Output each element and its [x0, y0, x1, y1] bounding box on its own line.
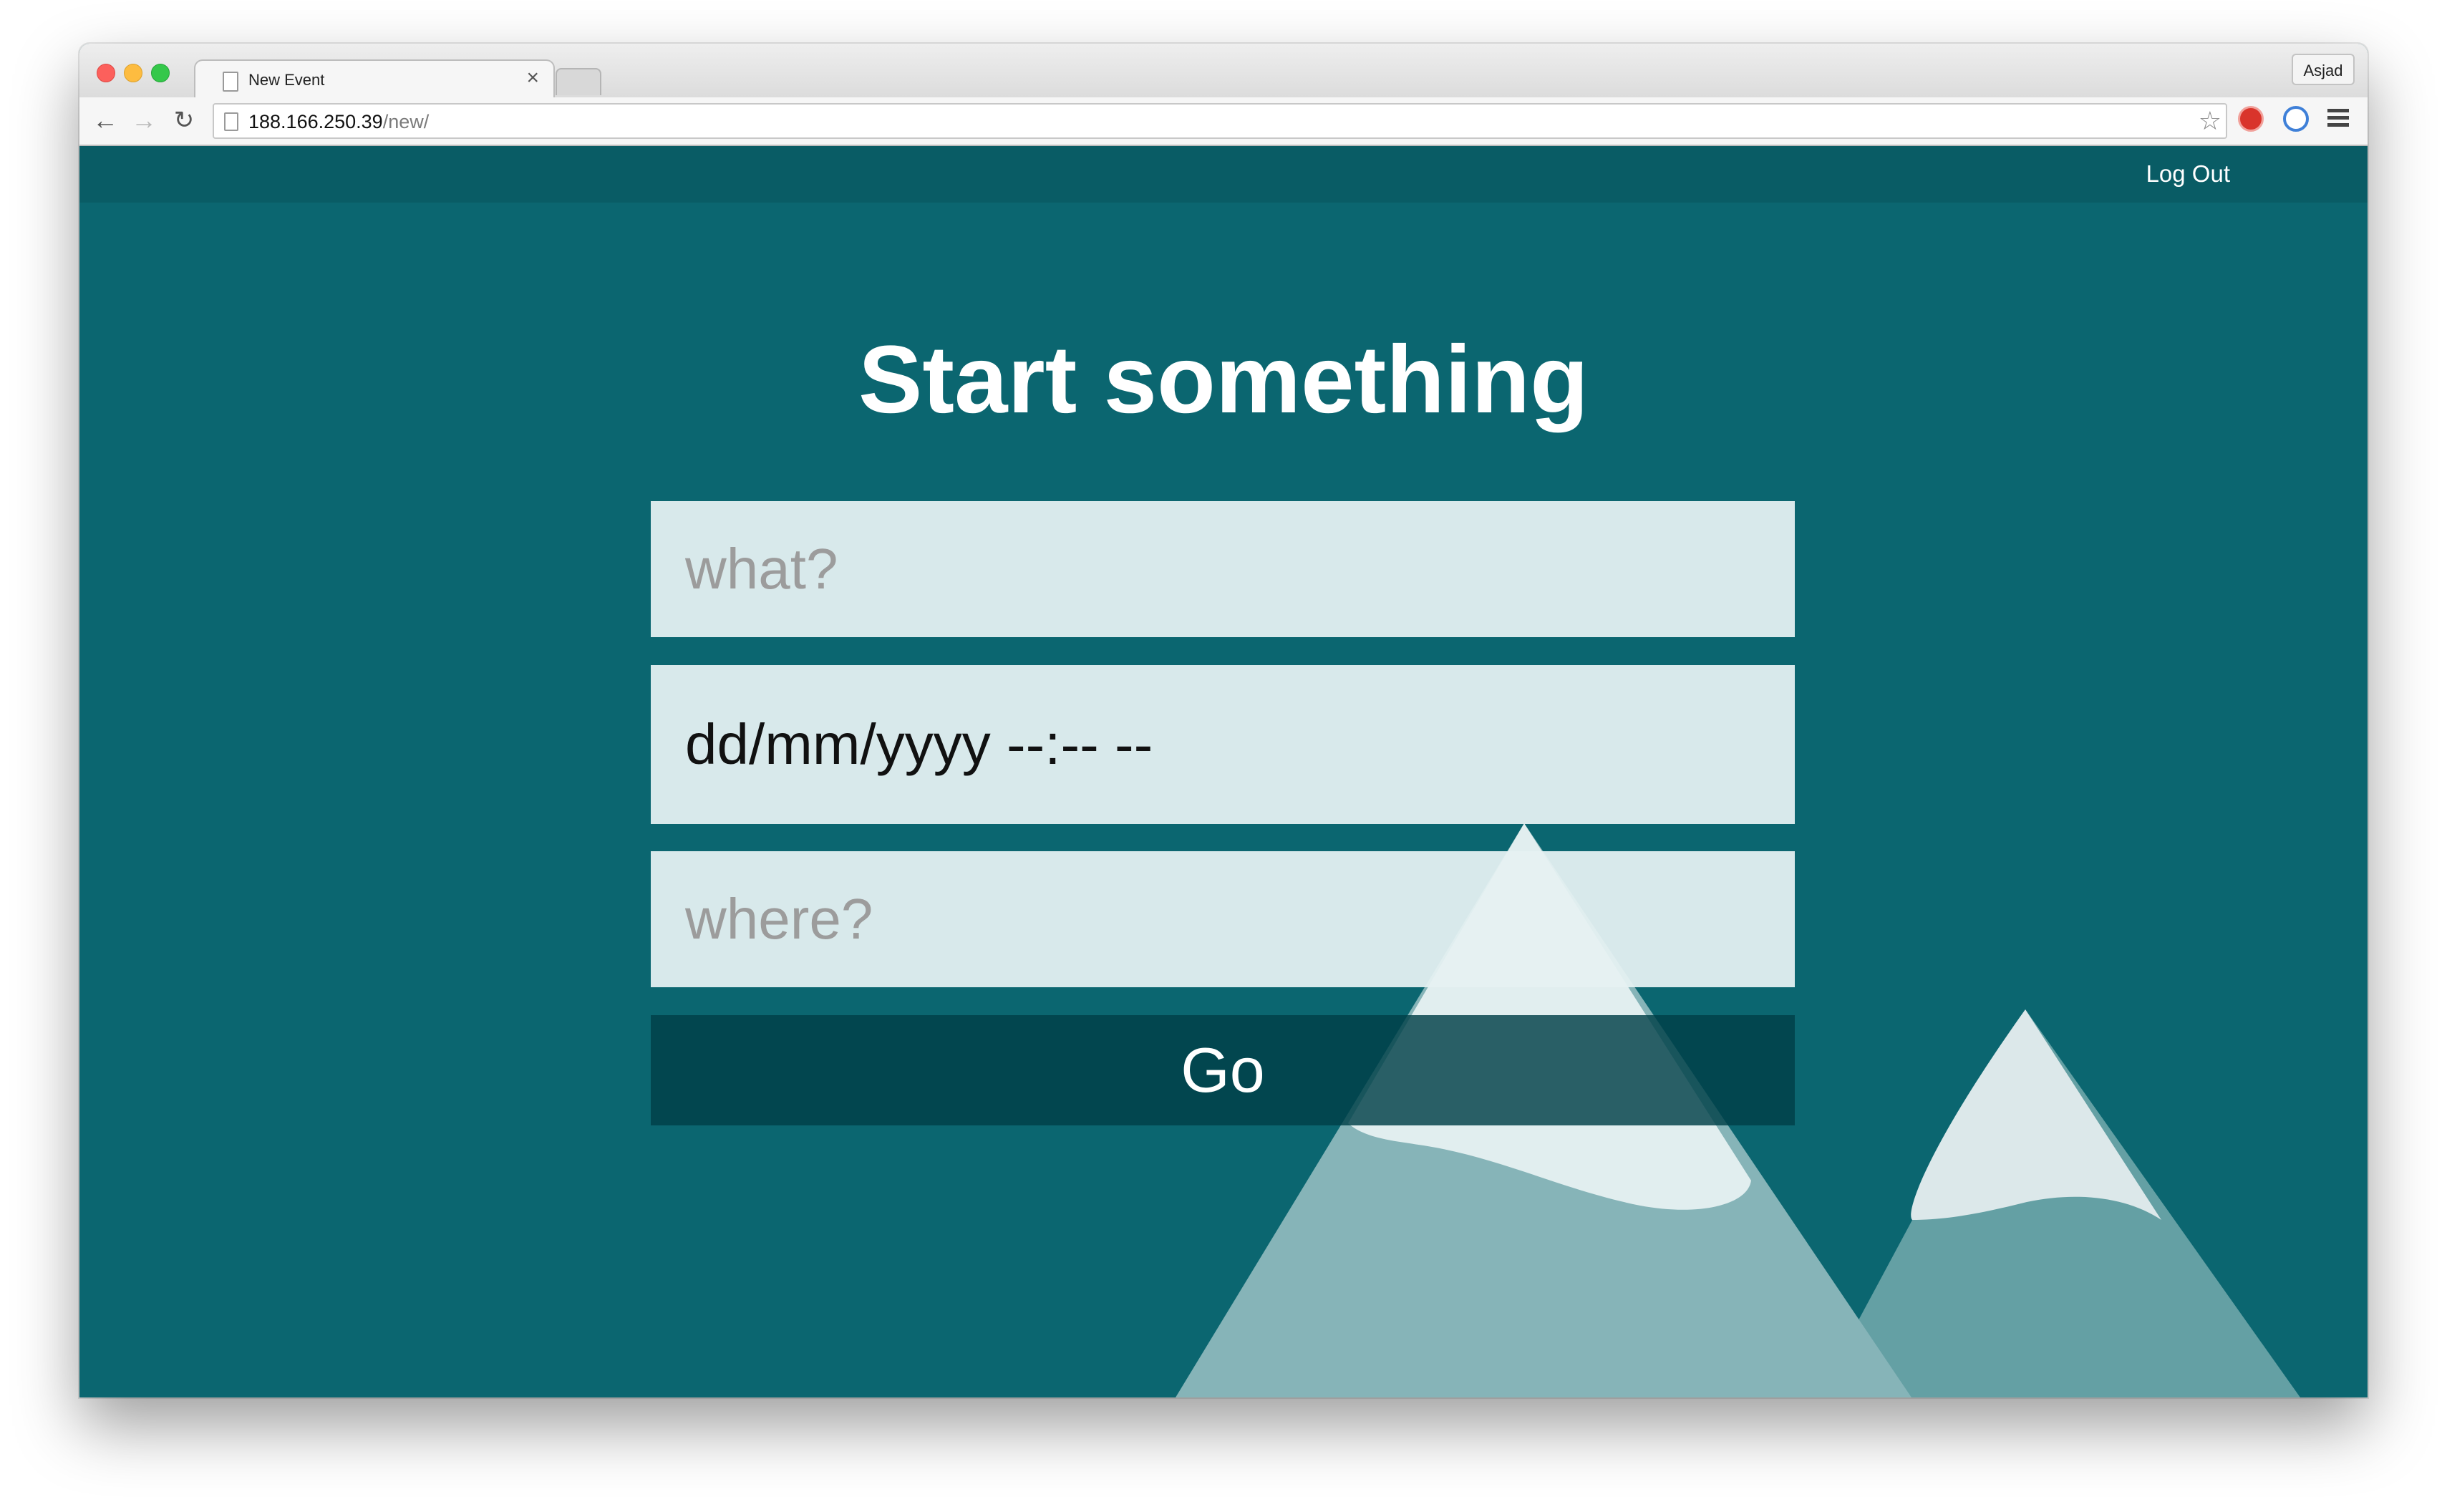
what-input[interactable]	[651, 501, 1795, 637]
close-icon[interactable]: ×	[526, 66, 539, 89]
tab-title: New Event	[248, 71, 325, 89]
screenshot-stage: New Event × Asjad ← → ↻ 188.166.250.39/n…	[0, 0, 2447, 1512]
minimize-window-button[interactable]	[124, 64, 142, 82]
hamburger-menu-icon[interactable]	[2327, 109, 2349, 127]
address-bar[interactable]: 188.166.250.39/new/ ☆	[213, 103, 2227, 139]
forward-arrow-icon[interactable]: →	[128, 105, 160, 136]
browser-window: New Event × Asjad ← → ↻ 188.166.250.39/n…	[79, 44, 2368, 1397]
new-tab-button[interactable]	[556, 68, 601, 95]
url-path: /new/	[382, 111, 430, 132]
reload-icon[interactable]: ↻	[168, 105, 200, 136]
browser-tab-active[interactable]: New Event ×	[194, 59, 555, 100]
back-arrow-icon[interactable]: ←	[89, 105, 121, 136]
url-text[interactable]: 188.166.250.39/new/	[248, 111, 429, 133]
page-title: Start something	[858, 326, 1589, 433]
browser-titlebar: New Event × Asjad	[79, 44, 2368, 100]
right-mountain-snow	[1911, 1009, 2161, 1220]
page-icon	[223, 72, 238, 92]
browser-toolbar: ← → ↻ 188.166.250.39/new/ ☆	[79, 97, 2368, 146]
sync-extension-icon[interactable]	[2283, 106, 2309, 132]
adblock-extension-icon[interactable]	[2238, 106, 2264, 132]
go-button[interactable]: Go	[651, 1015, 1795, 1125]
where-input[interactable]	[651, 851, 1795, 987]
profile-button[interactable]: Asjad	[2292, 54, 2355, 85]
maximize-window-button[interactable]	[151, 64, 170, 82]
bookmark-star-icon[interactable]: ☆	[2199, 107, 2221, 135]
url-host: 188.166.250.39	[248, 111, 383, 132]
page-icon	[224, 112, 238, 131]
close-window-button[interactable]	[97, 64, 115, 82]
datetime-input[interactable]	[651, 665, 1795, 824]
